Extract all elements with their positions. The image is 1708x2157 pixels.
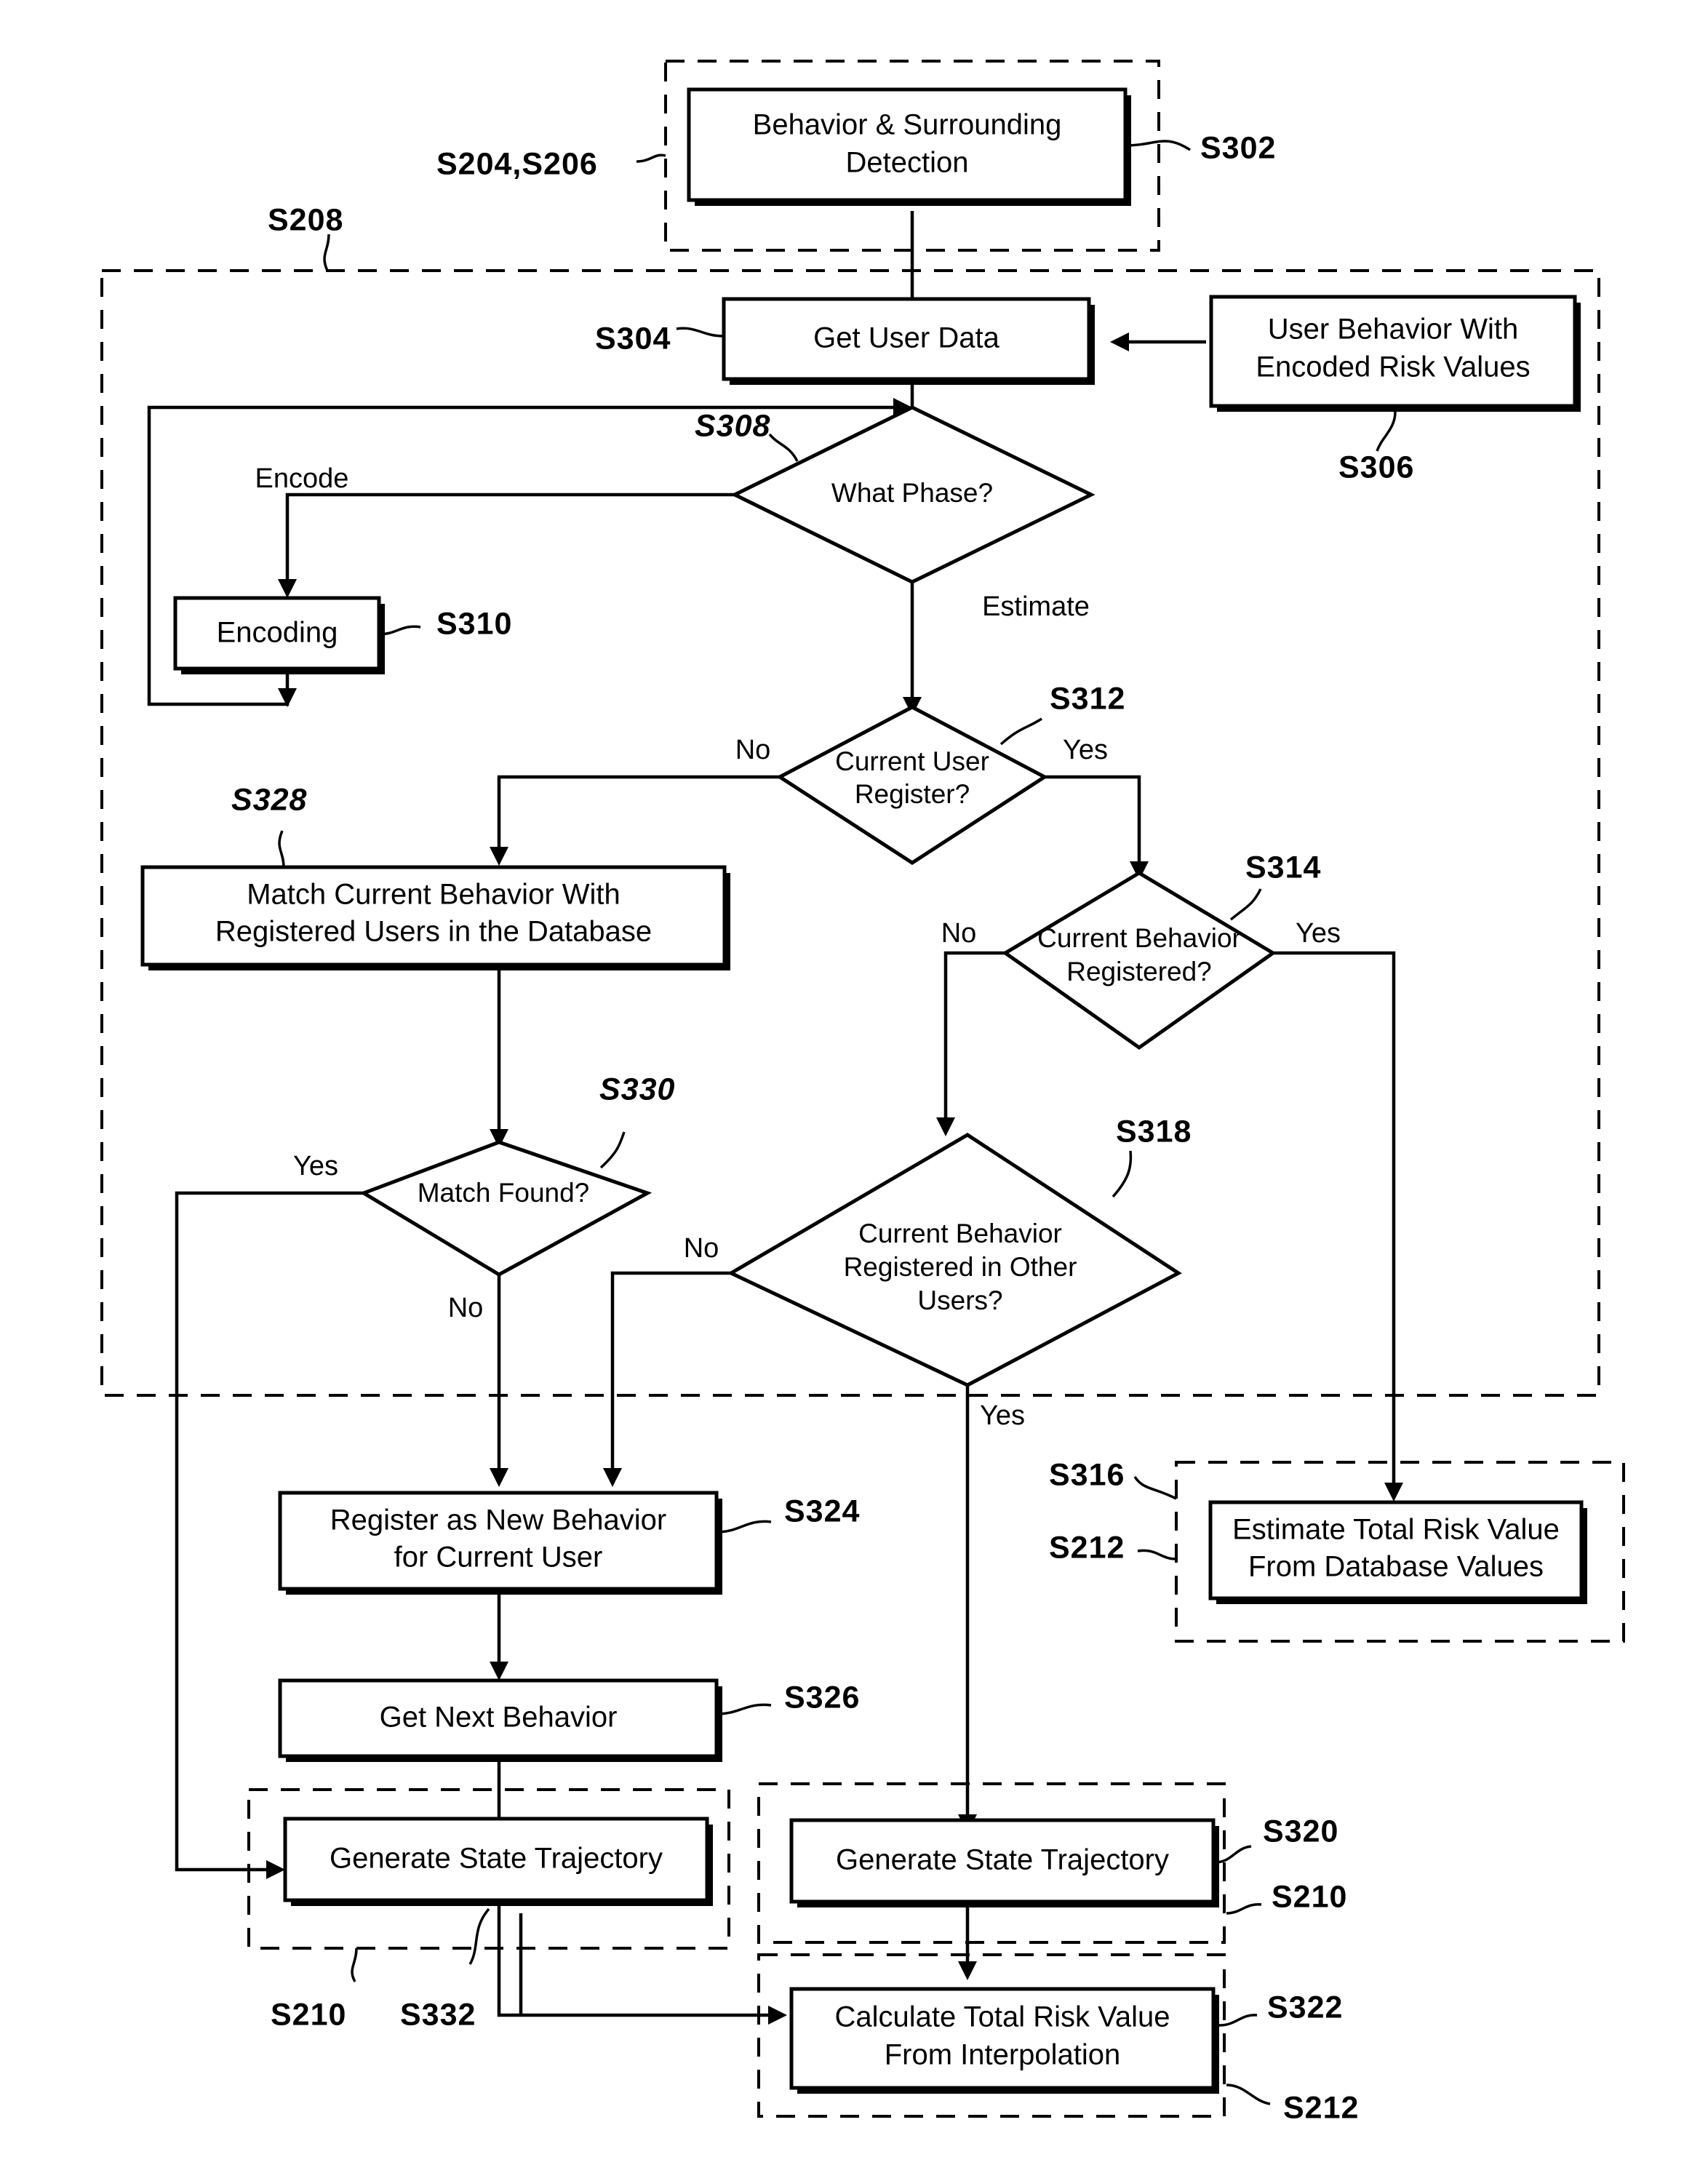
node-s318-label-line3: Users?	[917, 1285, 1002, 1315]
node-s314-label-line1: Current Behavior	[1037, 923, 1241, 953]
node-s306-label-line1: User Behavior With	[1268, 314, 1519, 346]
leader-s332	[468, 1907, 490, 1965]
node-s306-label-line2: Encoded Risk Values	[1256, 351, 1530, 383]
edge-label-s318-no: No	[684, 1233, 719, 1264]
node-s312-label-line2: Register?	[855, 779, 970, 809]
node-s328-label-line2: Registered Users in the Database	[215, 916, 652, 948]
ref-s210-right: S210	[1272, 1879, 1347, 1914]
node-s330-label: Match Found?	[418, 1178, 590, 1208]
leader-s326	[716, 1703, 772, 1715]
node-s330-diamond[interactable]	[359, 1140, 653, 1277]
edge-label-s312-no: No	[735, 735, 771, 765]
ref-s312: S312	[1050, 681, 1125, 716]
figure-canvas: Behavior & Surrounding Detection S302 S2…	[0, 0, 1708, 2157]
ref-s310: S310	[436, 606, 512, 641]
leader-s304	[676, 327, 725, 338]
leader-s318	[1112, 1150, 1133, 1198]
node-s314-label-line2: Registered?	[1066, 957, 1212, 986]
leader-s320	[1214, 1845, 1252, 1864]
leader-s204-s206	[636, 153, 666, 163]
ref-s304: S304	[595, 321, 671, 356]
node-s308-label: What Phase?	[831, 478, 993, 508]
ref-s320: S320	[1263, 1814, 1338, 1849]
node-s312-label-line1: Current User	[835, 746, 989, 776]
edge-s312-yes	[1045, 775, 1141, 864]
ref-s326: S326	[784, 1680, 860, 1715]
ref-s306: S306	[1338, 450, 1414, 485]
ref-s324: S324	[784, 1494, 860, 1528]
leader-s310	[378, 625, 421, 636]
edge-label-estimate: Estimate	[982, 591, 1090, 622]
edge-label-s314-yes: Yes	[1296, 918, 1341, 949]
node-s320-label: Generate State Trajectory	[836, 1844, 1169, 1876]
ref-s308: S308	[695, 408, 770, 443]
edge-label-s330-yes: Yes	[293, 1151, 338, 1181]
edge-s318-no	[610, 1271, 731, 1471]
ref-s208: S208	[268, 202, 343, 237]
edge-label-encode: Encode	[255, 463, 349, 494]
ref-s328: S328	[231, 782, 307, 817]
node-s302-label-line1: Behavior & Surrounding	[753, 109, 1062, 141]
ref-s314: S314	[1245, 850, 1321, 885]
leader-s208	[323, 234, 330, 271]
leader-s330	[599, 1131, 626, 1169]
leader-s306	[1376, 411, 1397, 452]
leader-s210-left	[351, 1947, 358, 1982]
ref-s204-s206: S204,S206	[436, 146, 598, 181]
edge-label-s312-yes: Yes	[1063, 735, 1108, 765]
node-s318-label-line2: Registered in Other	[844, 1252, 1077, 1282]
ref-s302: S302	[1200, 130, 1276, 165]
leader-s212-interp	[1226, 2084, 1271, 2105]
node-s324-label-line1: Register as New Behavior	[330, 1504, 666, 1536]
ref-s316: S316	[1049, 1457, 1125, 1492]
edge-s314-no	[943, 951, 1005, 1120]
node-s316-label-line1: Estimate Total Risk Value	[1232, 1514, 1560, 1546]
leader-s312	[999, 717, 1042, 746]
node-s322-label-line1: Calculate Total Risk Value	[835, 2001, 1170, 2033]
ref-s212-db: S212	[1049, 1530, 1125, 1565]
node-s302-box[interactable]	[687, 87, 1128, 202]
leader-s328	[278, 830, 285, 868]
node-s326-label: Get Next Behavior	[380, 1702, 618, 1734]
edge-label-s314-no: No	[941, 918, 977, 949]
node-s318-label-line1: Current Behavior	[858, 1219, 1062, 1248]
leader-s210-right	[1226, 1903, 1262, 1915]
ref-s322: S322	[1267, 1990, 1343, 2025]
node-s322-label-line2: From Interpolation	[885, 2039, 1121, 2071]
node-s310-label: Encoding	[217, 617, 338, 649]
ref-s210-left: S210	[271, 1997, 346, 2032]
leader-s314	[1229, 888, 1262, 921]
node-s302-label-line2: Detection	[846, 147, 969, 179]
node-s316-label-line2: From Database Values	[1248, 1551, 1544, 1583]
edge-label-s330-no: No	[448, 1293, 484, 1323]
node-s328-label-line1: Match Current Behavior With	[247, 879, 620, 911]
leader-s308	[768, 433, 799, 462]
node-s324-label-line2: for Current User	[394, 1542, 603, 1574]
leader-s324	[716, 1520, 772, 1534]
edge-s314-yes	[1273, 951, 1396, 1486]
ref-s330: S330	[599, 1072, 675, 1107]
node-s304-label: Get User Data	[813, 322, 999, 354]
ref-s212-interp: S212	[1283, 2090, 1359, 2125]
node-s332-label: Generate State Trajectory	[330, 1843, 663, 1875]
edge-s308-encode	[285, 493, 781, 582]
leader-s316	[1133, 1475, 1177, 1500]
ref-s332: S332	[400, 1997, 476, 2032]
leader-s212-db	[1137, 1549, 1177, 1560]
edge-label-s318-yes: Yes	[980, 1400, 1025, 1431]
ref-s318: S318	[1116, 1114, 1192, 1149]
edge-s312-no	[497, 775, 780, 850]
